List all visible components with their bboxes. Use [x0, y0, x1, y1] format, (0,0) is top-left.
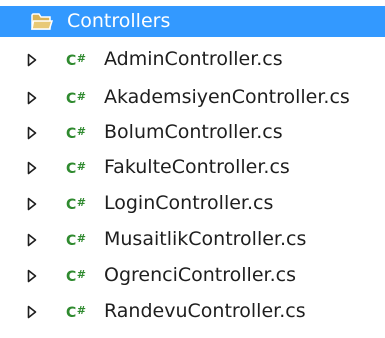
- expand-arrow-icon[interactable]: [27, 233, 37, 247]
- file-label: MusaitlikController.cs: [104, 228, 307, 250]
- file-node[interactable]: C# MusaitlikController.cs: [0, 224, 385, 255]
- csharp-file-icon: C#: [66, 160, 86, 177]
- csharp-file-icon: C#: [66, 125, 86, 142]
- folder-label: Controllers: [67, 10, 171, 32]
- csharp-file-icon: C#: [66, 52, 86, 69]
- file-node[interactable]: C# BolumController.cs: [0, 117, 385, 148]
- solution-explorer-tree: Controllers C# AdminController.cs C# Aka…: [0, 0, 385, 338]
- file-node[interactable]: C# AdminController.cs: [0, 44, 385, 75]
- file-node[interactable]: C# LoginController.cs: [0, 188, 385, 219]
- file-node[interactable]: C# RandevuController.cs: [0, 296, 385, 327]
- csharp-file-icon: C#: [66, 268, 86, 285]
- file-label: AdminController.cs: [104, 48, 283, 70]
- expand-arrow-icon[interactable]: [27, 269, 37, 283]
- file-label: LoginController.cs: [104, 192, 274, 214]
- file-label: OgrenciController.cs: [104, 264, 296, 286]
- file-label: AkademsiyenController.cs: [104, 86, 350, 108]
- file-node[interactable]: C# FakulteController.cs: [0, 152, 385, 183]
- expand-arrow-icon[interactable]: [27, 126, 37, 140]
- csharp-file-icon: C#: [66, 196, 86, 213]
- expand-arrow-icon[interactable]: [27, 161, 37, 175]
- expand-arrow-icon[interactable]: [27, 53, 37, 67]
- csharp-file-icon: C#: [66, 232, 86, 249]
- controllers-folder-node[interactable]: Controllers: [0, 6, 385, 37]
- file-label: BolumController.cs: [104, 121, 283, 143]
- file-label: RandevuController.cs: [104, 300, 306, 322]
- csharp-file-icon: C#: [66, 90, 86, 107]
- expand-arrow-icon[interactable]: [27, 197, 37, 211]
- expand-arrow-icon[interactable]: [27, 305, 37, 319]
- file-node[interactable]: C# AkademsiyenController.cs: [0, 82, 385, 113]
- csharp-file-icon: C#: [66, 304, 86, 321]
- file-node[interactable]: C# OgrenciController.cs: [0, 260, 385, 291]
- file-label: FakulteController.cs: [104, 156, 290, 178]
- expand-arrow-icon[interactable]: [27, 91, 37, 105]
- folder-open-icon: [31, 13, 53, 30]
